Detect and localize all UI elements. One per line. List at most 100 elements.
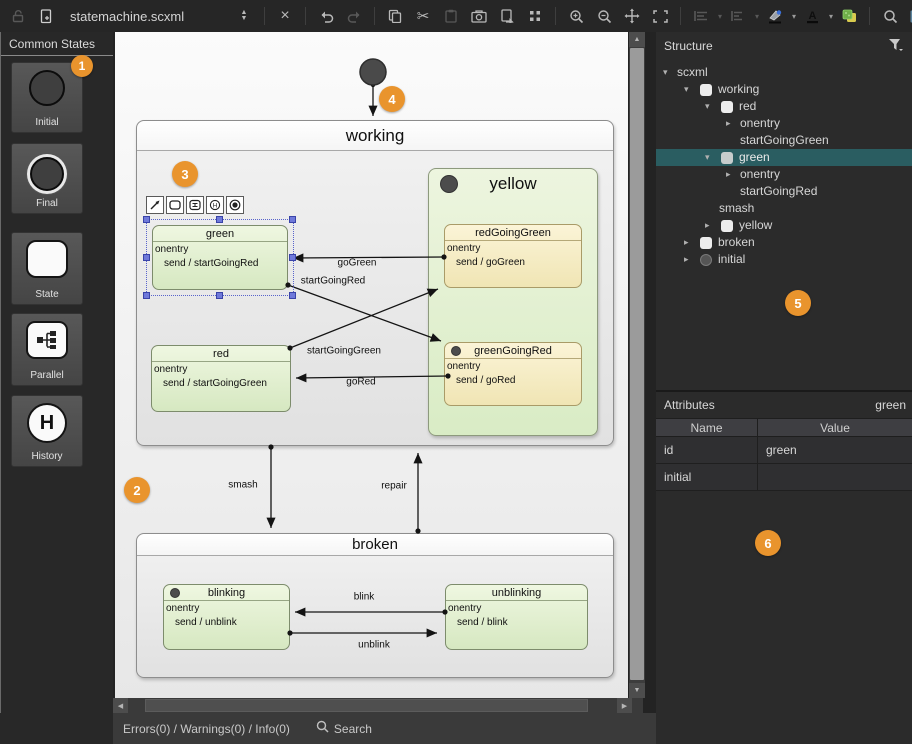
theme-colors-icon[interactable] [837, 3, 861, 29]
selection-handle[interactable] [216, 216, 223, 223]
transition-startgoingred[interactable] [288, 285, 441, 341]
panels-icon[interactable] [906, 3, 912, 29]
distribute-icon[interactable] [726, 3, 750, 29]
distribute-caret-icon[interactable]: ▾ [755, 12, 759, 21]
state-icon[interactable] [166, 196, 184, 214]
state-chart-canvas[interactable]: working yellow broken green onentry send… [115, 32, 628, 698]
transition-label-unblink[interactable]: unblink [358, 640, 390, 651]
parallel-icon[interactable] [186, 196, 204, 214]
expand-icon[interactable]: ▾ [663, 64, 677, 81]
copy-icon[interactable] [383, 3, 407, 29]
history-icon[interactable]: H [206, 196, 224, 214]
tree-item-onentry[interactable]: ▸onentry [656, 166, 912, 183]
fill-color-icon[interactable] [763, 3, 787, 29]
attributes-col-name[interactable]: Name [656, 419, 758, 436]
selection-handle[interactable] [216, 292, 223, 299]
screenshot-icon[interactable] [467, 3, 491, 29]
tree-item-smash[interactable]: smash [656, 200, 912, 217]
collapse-icon[interactable]: ▸ [726, 115, 740, 132]
transition-startgoinggreen[interactable] [290, 289, 438, 348]
attribute-row-initial[interactable]: initial [656, 464, 912, 491]
attributes-col-value[interactable]: Value [758, 419, 912, 436]
expand-icon[interactable]: ▾ [684, 81, 698, 98]
vertical-scroll-thumb[interactable] [630, 48, 644, 680]
scroll-left-icon[interactable]: ◀ [113, 698, 128, 713]
fit-screen-icon[interactable] [648, 3, 672, 29]
canvas-vertical-scrollbar[interactable]: ▲ ▼ [629, 32, 645, 698]
fill-color-caret-icon[interactable]: ▾ [792, 12, 796, 21]
tree-item-onentry[interactable]: ▸onentry [656, 115, 912, 132]
document-tab-title[interactable]: statemachine.scxml [70, 9, 220, 24]
zoom-in-icon[interactable] [564, 3, 588, 29]
redo-icon[interactable] [342, 3, 366, 29]
callout-badge-1: 1 [71, 55, 93, 77]
selection-handle[interactable] [289, 292, 296, 299]
transition-label-gored[interactable]: goRed [346, 377, 375, 388]
search-label: Search [334, 722, 372, 736]
scroll-right-icon[interactable]: ▶ [617, 698, 632, 713]
scroll-down-icon[interactable]: ▼ [629, 683, 645, 698]
history-state-icon: H [12, 403, 82, 443]
tree-item-yellow[interactable]: ▸yellow [656, 217, 912, 234]
attribute-value[interactable] [758, 464, 912, 490]
final-icon[interactable] [226, 196, 244, 214]
status-search[interactable]: Search [316, 720, 372, 738]
selection-handle[interactable] [143, 216, 150, 223]
zoom-out-icon[interactable] [592, 3, 616, 29]
transition-label-startgoinggreen[interactable]: startGoingGreen [307, 346, 381, 357]
font-color-caret-icon[interactable]: ▾ [829, 12, 833, 21]
main-toolbar: statemachine.scxml ▲▼ × ✂ ▾ ▾ [0, 0, 912, 32]
cut-icon[interactable]: ✂ [411, 3, 435, 29]
tree-item-initial[interactable]: ▸initial [656, 251, 912, 268]
undo-icon[interactable] [314, 3, 338, 29]
selection-handle[interactable] [143, 292, 150, 299]
tree-item-startgoingred[interactable]: startGoingRed [656, 183, 912, 200]
initial-state-node[interactable] [360, 59, 386, 85]
transition-label-startgoingred[interactable]: startGoingRed [301, 276, 365, 287]
align-caret-icon[interactable]: ▾ [718, 12, 722, 21]
selection-handle[interactable] [289, 216, 296, 223]
transition-label-gogreen[interactable]: goGreen [338, 258, 377, 269]
palette-parallel-button[interactable]: Parallel [11, 313, 83, 386]
palette-final-button[interactable]: Final [11, 143, 83, 214]
expand-icon[interactable]: ▾ [705, 149, 719, 166]
selection-handle[interactable] [143, 254, 150, 261]
palette-history-button[interactable]: H History [11, 395, 83, 467]
paste-icon[interactable] [439, 3, 463, 29]
export-icon[interactable] [495, 3, 519, 29]
align-icon[interactable] [689, 3, 713, 29]
transition-label-smash[interactable]: smash [228, 480, 257, 491]
lock-icon[interactable] [6, 3, 30, 29]
selection-handle[interactable] [289, 254, 296, 261]
tree-item-green-selected[interactable]: ▾green [656, 149, 912, 166]
snap-grid-icon[interactable] [523, 3, 547, 29]
horizontal-scroll-thumb[interactable] [145, 699, 588, 712]
close-icon[interactable]: × [273, 3, 297, 29]
filter-icon[interactable] [888, 38, 904, 54]
palette-state-button[interactable]: State [11, 232, 83, 305]
tree-item-scxml[interactable]: ▾scxml [656, 64, 912, 81]
tab-spinner-icon[interactable]: ▲▼ [232, 3, 256, 29]
collapse-icon[interactable]: ▸ [684, 251, 698, 268]
canvas-horizontal-scrollbar[interactable]: ◀ ▶ [113, 698, 643, 713]
font-color-icon[interactable]: A [800, 3, 824, 29]
collapse-icon[interactable]: ▸ [705, 217, 719, 234]
palette-initial-button[interactable]: Initial [11, 62, 83, 133]
attribute-value[interactable]: green [758, 437, 912, 463]
transition-label-blink[interactable]: blink [354, 592, 375, 603]
tree-item-working[interactable]: ▾working [656, 81, 912, 98]
tree-item-broken[interactable]: ▸broken [656, 234, 912, 251]
search-icon[interactable] [878, 3, 902, 29]
expand-icon[interactable]: ▾ [705, 98, 719, 115]
tree-item-startgoinggreen[interactable]: startGoingGreen [656, 132, 912, 149]
callout-badge-4: 4 [379, 86, 405, 112]
tree-item-red[interactable]: ▾red [656, 98, 912, 115]
pan-icon[interactable] [620, 3, 644, 29]
scroll-up-icon[interactable]: ▲ [629, 32, 645, 47]
collapse-icon[interactable]: ▸ [726, 166, 740, 183]
transition-label-repair[interactable]: repair [381, 481, 407, 492]
attribute-row-id[interactable]: id green [656, 437, 912, 464]
transition-icon[interactable] [146, 196, 164, 214]
problems-summary[interactable]: Errors(0) / Warnings(0) / Info(0) [123, 722, 290, 736]
collapse-icon[interactable]: ▸ [684, 234, 698, 251]
